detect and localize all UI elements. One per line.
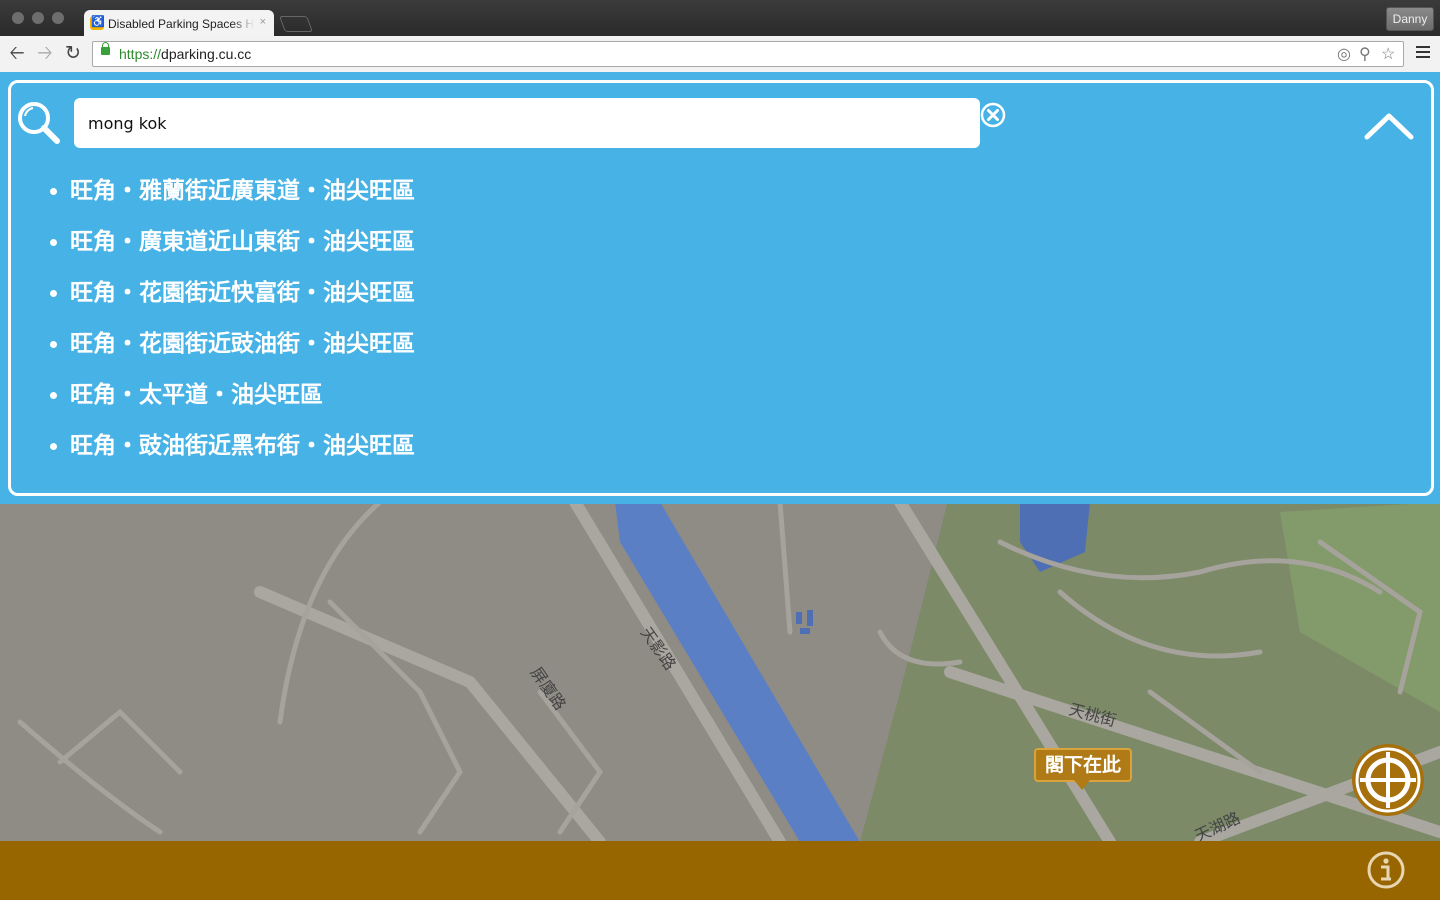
url-text: https://dparking.cu.cc	[119, 46, 252, 62]
tab-title: Disabled Parking Spaces H	[108, 17, 254, 31]
search-result-item[interactable]: 旺角・廣東道近山東街・油尖旺區	[42, 226, 415, 277]
search-icon	[18, 102, 60, 144]
location-target-icon[interactable]: ◎	[1337, 43, 1351, 67]
tab-close-icon[interactable]: ×	[260, 16, 266, 28]
clear-icon[interactable]	[980, 102, 1006, 128]
forward-arrow-icon[interactable]: 🡢	[34, 42, 56, 64]
search-result-item[interactable]: 旺角・花園街近快富街・油尖旺區	[42, 277, 415, 328]
back-arrow-icon[interactable]: 🡠	[6, 42, 28, 64]
current-location-marker[interactable]: 閣下在此	[1034, 748, 1132, 790]
close-window-button[interactable]	[12, 12, 24, 24]
new-tab-button[interactable]	[279, 16, 313, 32]
address-bar[interactable]: https://dparking.cu.cc ◎ ⚲ ☆	[92, 41, 1404, 67]
locate-icon[interactable]	[1350, 742, 1426, 818]
search-result-item[interactable]: 旺角・太平道・油尖旺區	[42, 379, 415, 430]
collapse-icon[interactable]	[1362, 108, 1416, 144]
lock-icon	[101, 42, 110, 55]
search-results-list: 旺角・雅蘭街近廣東道・油尖旺區 旺角・廣東道近山東街・油尖旺區 旺角・花園街近快…	[42, 175, 415, 481]
bottom-bar	[0, 841, 1440, 900]
zoom-icon[interactable]: ⚲	[1359, 43, 1371, 67]
window-titlebar: Disabled Parking Spaces H × Danny	[0, 0, 1440, 36]
search-result-item[interactable]: 旺角・雅蘭街近廣東道・油尖旺區	[42, 175, 415, 226]
profile-button[interactable]: Danny	[1386, 7, 1434, 31]
search-input[interactable]	[74, 98, 980, 148]
bookmark-star-icon[interactable]: ☆	[1381, 43, 1395, 67]
browser-tab[interactable]: Disabled Parking Spaces H ×	[84, 10, 274, 36]
search-result-item[interactable]: 旺角・豉油街近黑布街・油尖旺區	[42, 430, 415, 481]
zoom-window-button[interactable]	[52, 12, 64, 24]
search-result-item[interactable]: 旺角・花園街近豉油街・油尖旺區	[42, 328, 415, 379]
hamburger-menu-icon[interactable]	[1416, 46, 1430, 61]
info-icon[interactable]	[1366, 850, 1406, 890]
browser-toolbar: 🡠 🡢 ↻ https://dparking.cu.cc ◎ ⚲ ☆	[0, 36, 1440, 73]
wheelchair-favicon-icon	[90, 15, 105, 30]
minimize-window-button[interactable]	[32, 12, 44, 24]
reload-icon[interactable]: ↻	[62, 42, 84, 64]
